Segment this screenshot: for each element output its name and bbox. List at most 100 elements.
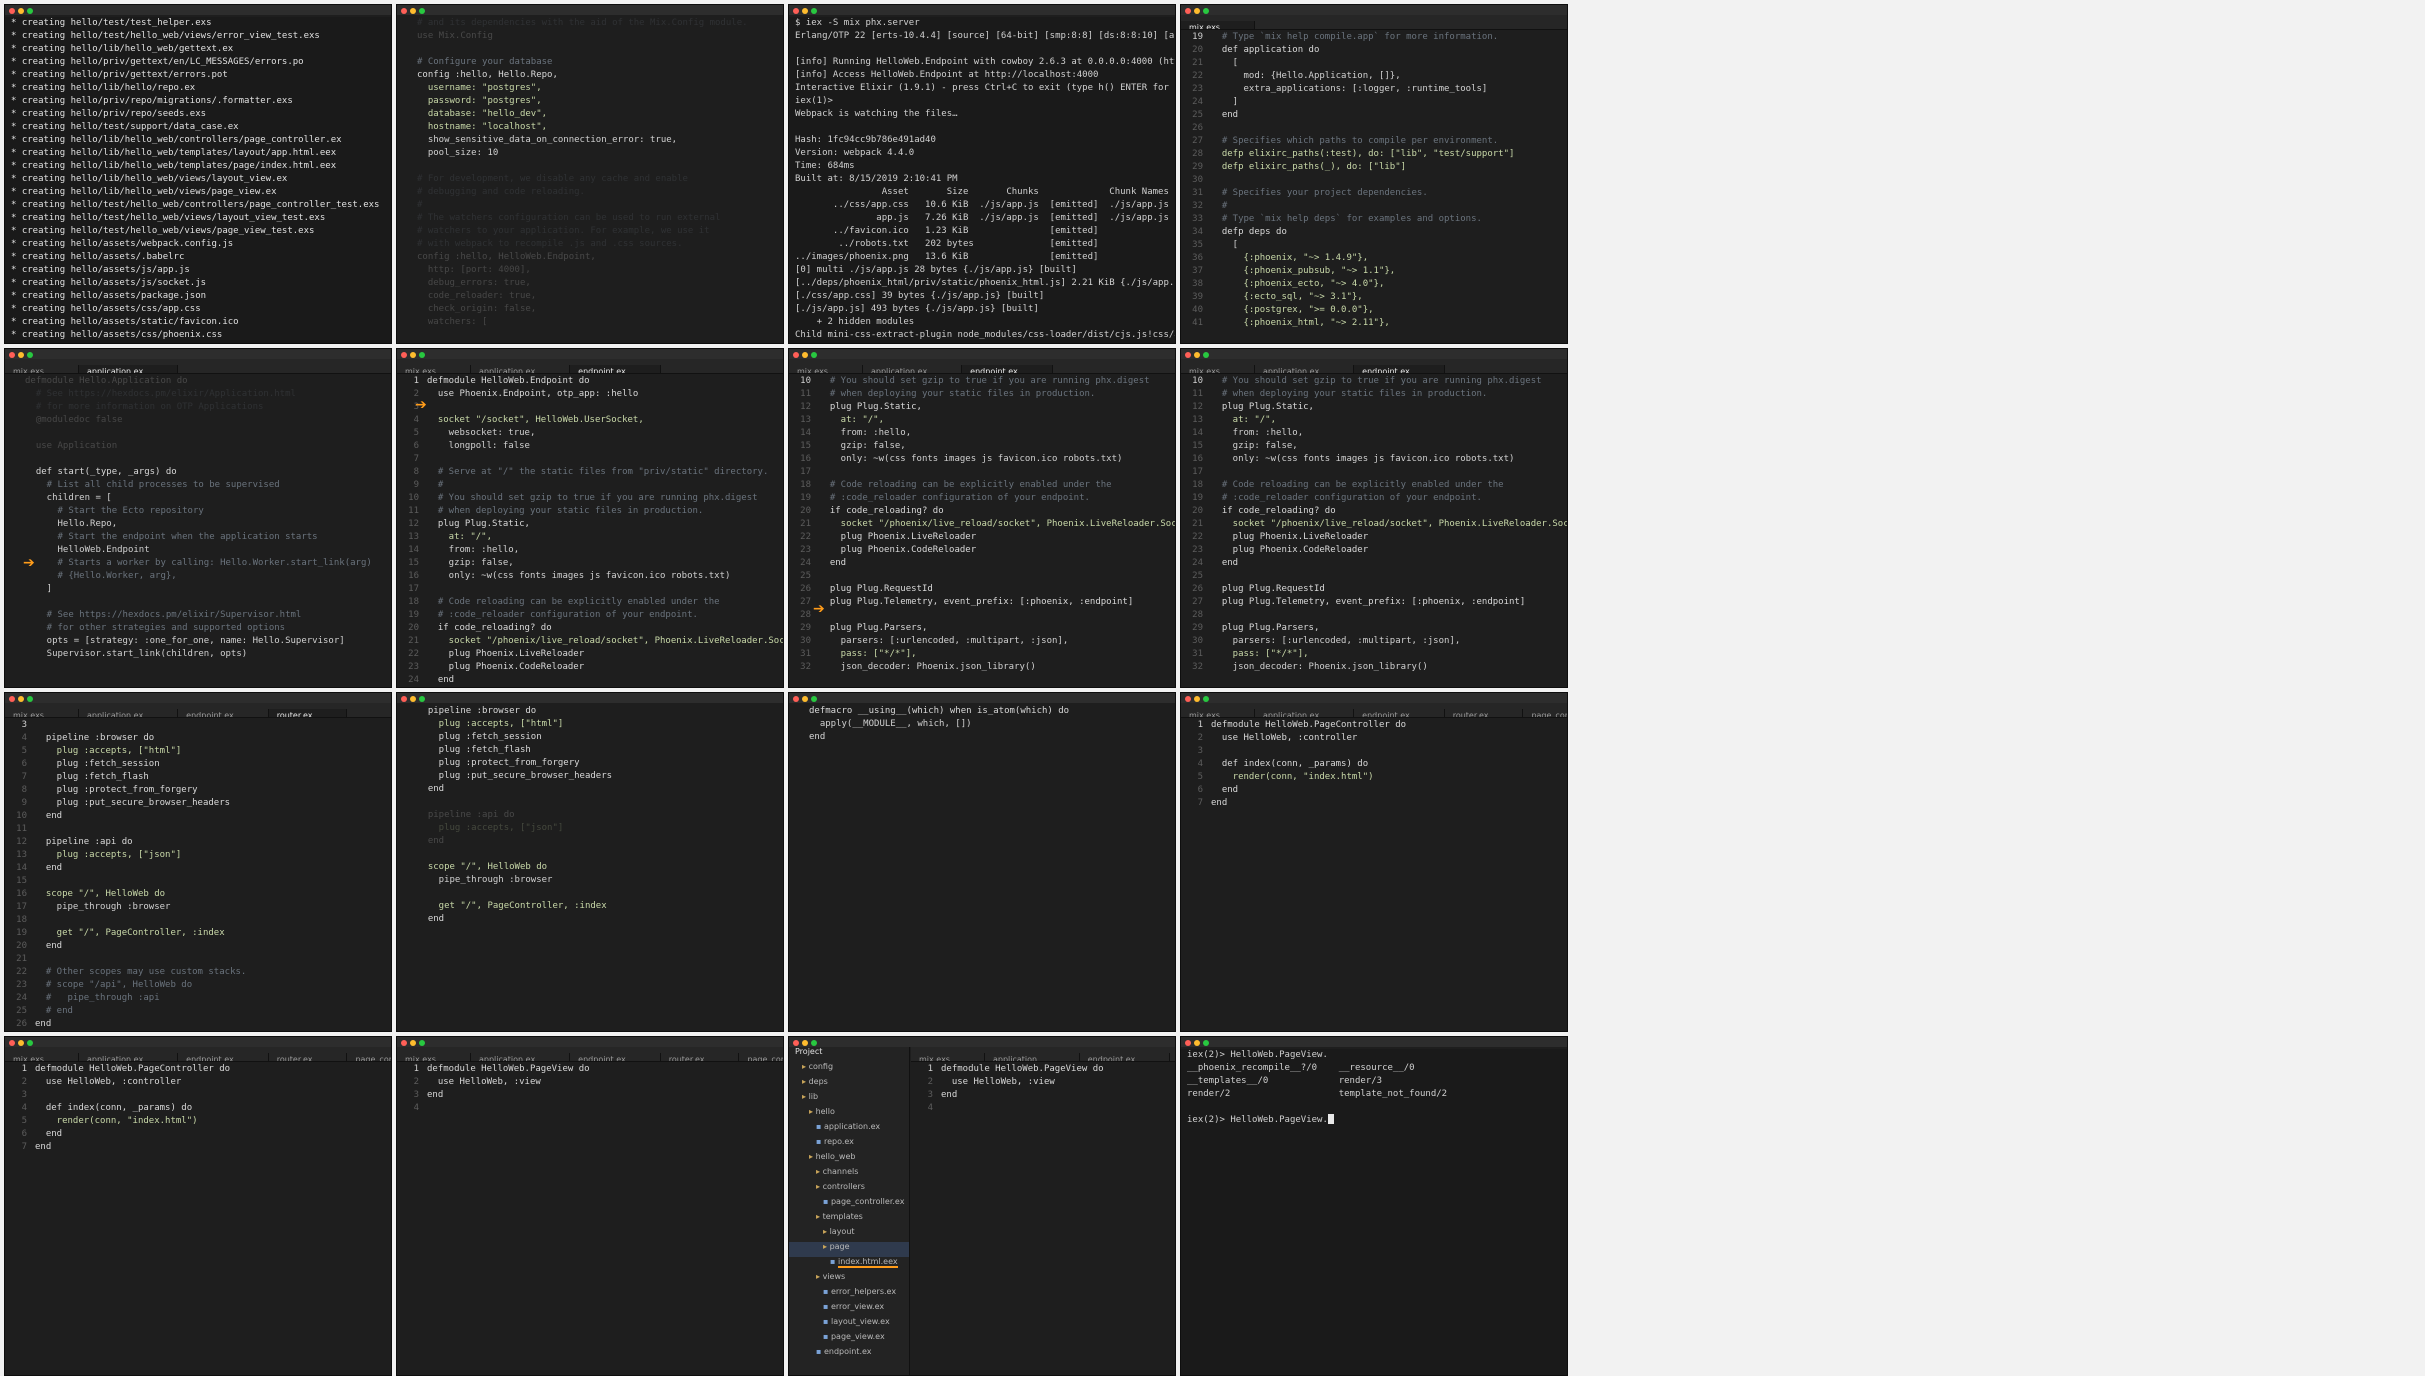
minimize-window-icon[interactable] (410, 352, 416, 358)
editor-tab[interactable]: application.ex (79, 709, 179, 717)
window-controls[interactable] (793, 695, 820, 705)
close-window-icon[interactable] (1185, 8, 1191, 14)
tree-folder-item[interactable]: ▸ page (789, 1242, 909, 1257)
code-editor[interactable]: 10 # You should set gzip to true if you … (789, 375, 1175, 687)
editor-tab[interactable]: page_controller.ex (1523, 709, 1567, 717)
code-editor[interactable]: 1 defmodule HelloWeb.PageController do 2 u… (1181, 719, 1567, 1031)
video-frame-11[interactable]: defmacro __using__(which) when is_atom(w… (788, 692, 1176, 1032)
tree-folder-item[interactable]: ▸ hello (789, 1107, 909, 1122)
minimize-window-icon[interactable] (18, 696, 24, 702)
minimize-window-icon[interactable] (1194, 1040, 1200, 1046)
zoom-window-icon[interactable] (1203, 8, 1209, 14)
tree-folder-item[interactable]: ▸ channels (789, 1167, 909, 1182)
code-editor[interactable]: pipeline :browser do plug :accepts, ["ht… (397, 705, 783, 1031)
code-editor[interactable]: # and its dependencies with the aid of t… (397, 17, 783, 343)
tree-folder-item[interactable]: ▸ views (789, 1272, 909, 1287)
tree-folder-item[interactable]: ▸ layout (789, 1227, 909, 1242)
zoom-window-icon[interactable] (27, 696, 33, 702)
close-window-icon[interactable] (401, 696, 407, 702)
window-controls[interactable] (1185, 1039, 1212, 1049)
editor-tab[interactable]: endpoint.ex (570, 365, 661, 373)
video-frame-3[interactable]: $ iex -S mix phx.server Erlang/OTP 22 [er… (788, 4, 1176, 344)
close-window-icon[interactable] (9, 1040, 15, 1046)
minimize-window-icon[interactable] (18, 352, 24, 358)
editor-tab[interactable]: application.ex (1255, 365, 1355, 373)
editor-tab[interactable]: router.ex (1445, 709, 1524, 717)
editor-tab[interactable]: mix.exs (5, 709, 79, 717)
editor-tab[interactable]: page_controller.ex (347, 1053, 391, 1061)
editor-tab[interactable]: router.ex (268, 709, 348, 717)
editor-tab[interactable]: mix.exs (1181, 21, 1255, 29)
video-frame-8[interactable]: mix.exs application.ex endpoint.ex 10 # You… (1180, 348, 1568, 688)
editor-tab[interactable]: application.ex (1255, 709, 1355, 717)
tree-folder-item[interactable]: ▸ templates (789, 1212, 909, 1227)
editor-tab[interactable]: application... (985, 1053, 1080, 1061)
video-frame-15[interactable]: mix.exsapplication...endpoint.exrouter.e… (788, 1036, 1176, 1376)
minimize-window-icon[interactable] (18, 1040, 24, 1046)
close-window-icon[interactable] (1185, 352, 1191, 358)
tree-file-item[interactable]: ▪ error_view.ex (789, 1302, 909, 1317)
video-frame-2[interactable]: # and its dependencies with the aid of t… (396, 4, 784, 344)
video-frame-9[interactable]: mix.exs application.ex endpoint.ex router.e… (4, 692, 392, 1032)
terminal-output[interactable]: iex(2)> HelloWeb.PageView. __phoenix_reco… (1181, 1049, 1567, 1375)
editor-tab[interactable]: endpoint.ex (1080, 1053, 1171, 1061)
editor-tab[interactable]: endpoint.ex (1354, 709, 1445, 717)
video-frame-14[interactable]: mix.exs application.ex endpoint.ex router.e… (396, 1036, 784, 1376)
close-window-icon[interactable] (9, 352, 15, 358)
editor-tab[interactable]: router.ex (661, 1053, 740, 1061)
minimize-window-icon[interactable] (410, 8, 416, 14)
editor-tab[interactable]: mix.exs (789, 365, 863, 373)
tree-file-item[interactable]: ▪ application.ex (789, 1122, 909, 1137)
minimize-window-icon[interactable] (1194, 696, 1200, 702)
tree-folder-item[interactable]: ▸ hello_web (789, 1152, 909, 1167)
window-controls[interactable] (401, 695, 428, 705)
close-window-icon[interactable] (1185, 696, 1191, 702)
zoom-window-icon[interactable] (811, 696, 817, 702)
editor-tab[interactable]: mix.exs (1181, 709, 1255, 717)
tree-folder-item[interactable]: ▸ controllers (789, 1182, 909, 1197)
minimize-window-icon[interactable] (410, 696, 416, 702)
editor-tab[interactable]: mix.exs (911, 1053, 985, 1061)
code-editor[interactable]: 1 defmodule HelloWeb.PageView do 2 use Hel… (911, 1063, 1175, 1375)
zoom-window-icon[interactable] (27, 8, 33, 14)
tree-file-item[interactable]: ▪ index.html.eex (789, 1257, 909, 1272)
minimize-window-icon[interactable] (410, 1040, 416, 1046)
editor-tab[interactable]: router.ex (269, 1053, 348, 1061)
minimize-window-icon[interactable] (802, 352, 808, 358)
zoom-window-icon[interactable] (419, 8, 425, 14)
code-editor[interactable]: defmacro __using__(which) when is_atom(w… (789, 705, 1175, 1031)
zoom-window-icon[interactable] (27, 352, 33, 358)
close-window-icon[interactable] (401, 352, 407, 358)
editor-tab[interactable]: endpoint.ex (962, 365, 1053, 373)
minimize-window-icon[interactable] (18, 8, 24, 14)
code-editor[interactable]: 19 # Type `mix help compile.app` for mor… (1181, 31, 1567, 343)
minimize-window-icon[interactable] (802, 8, 808, 14)
tree-folder-item[interactable]: ▸ deps (789, 1077, 909, 1092)
minimize-window-icon[interactable] (1194, 8, 1200, 14)
editor-tab[interactable]: mix.exs (5, 1053, 79, 1061)
close-window-icon[interactable] (793, 8, 799, 14)
code-editor[interactable]: 1 defmodule HelloWeb.Endpoint do 2 use Pho… (397, 375, 783, 687)
tree-folder-item[interactable]: ▸ config (789, 1062, 909, 1077)
tree-file-item[interactable]: ▪ page_controller.ex (789, 1197, 909, 1212)
video-frame-16[interactable]: iex(2)> HelloWeb.PageView. __phoenix_reco… (1180, 1036, 1568, 1376)
video-frame-13[interactable]: mix.exs application.ex endpoint.ex router.e… (4, 1036, 392, 1376)
close-window-icon[interactable] (1185, 1040, 1191, 1046)
tree-file-item[interactable]: ▪ repo.ex (789, 1137, 909, 1152)
editor-tab[interactable]: application.ex (78, 365, 179, 373)
window-controls[interactable] (793, 7, 820, 17)
editor-tab[interactable]: mix.exs (397, 1053, 471, 1061)
editor-tab[interactable]: mix.exs (397, 365, 471, 373)
editor-tab[interactable]: application.ex (79, 1053, 179, 1061)
code-editor[interactable]: 1 defmodule HelloWeb.PageView do 2 use Hel… (397, 1063, 783, 1375)
minimize-window-icon[interactable] (802, 696, 808, 702)
editor-tab[interactable]: endpoint.ex (178, 709, 269, 717)
editor-tab[interactable]: endpoint.ex (178, 1053, 269, 1061)
editor-tab[interactable]: application.ex (863, 365, 963, 373)
zoom-window-icon[interactable] (27, 1040, 33, 1046)
video-frame-6[interactable]: mix.exs application.ex endpoint.ex 1 defmodu… (396, 348, 784, 688)
code-editor[interactable]: defmodule Hello.Application do # See htt… (5, 375, 391, 687)
zoom-window-icon[interactable] (1203, 696, 1209, 702)
minimize-window-icon[interactable] (1194, 352, 1200, 358)
zoom-window-icon[interactable] (811, 1040, 817, 1046)
